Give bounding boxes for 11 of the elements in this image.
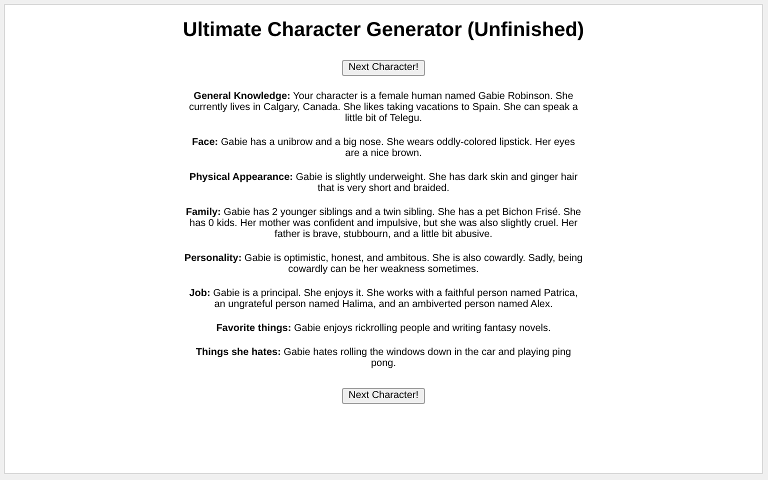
- trait-paragraph: Face: Gabie has a unibrow and a big nose. She wears oddly-colored lipstick. Her eyes are a nice brown.: [191, 137, 576, 159]
- page-title: Ultimate Character Generator (Unfinished): [182, 18, 586, 42]
- trait-paragraph: General Knowledge: Your character is a female human named Gabie Robinson. She currently lives in Calgary, Canada. She likes taking vacations to Spain. She can speak a little bit of Telegu.: [188, 91, 579, 124]
- next-character-button[interactable]: Next Character!: [342, 60, 425, 76]
- next-character-button[interactable]: Next Character!: [342, 388, 425, 404]
- trait-paragraph: Personality: Gabie is optimistic, honest, and ambitous. She is also cowardly. Sadly, being cowardly can be her weakness sometimes.: [184, 253, 584, 275]
- trait-paragraph: Physical Appearance: Gabie is slightly underweight. She has dark skin and ginger hair that is very short and braided.: [188, 172, 579, 194]
- trait-paragraph: Things she hates: Gabie hates rolling the windows down in the car and playing ping pong.: [194, 347, 572, 369]
- trait-paragraph: Job: Gabie is a principal. She enjoys it. She works with a faithful person named Patrica, an ungrateful person named Halima, and an ambiverted person named Alex.: [188, 288, 579, 310]
- trait-paragraph: Favorite things: Gabie enjoys rickrolling people and writing fantasy novels.: [215, 323, 552, 334]
- trait-paragraph: Family: Gabie has 2 younger siblings and a twin sibling. She has a pet Bichon Frisé. She has 0 kids. Her mother was confident and impulsive, but she was also slightly cruel. Her father is brave, stubbourn, and a little bit abusive.: [184, 207, 582, 240]
